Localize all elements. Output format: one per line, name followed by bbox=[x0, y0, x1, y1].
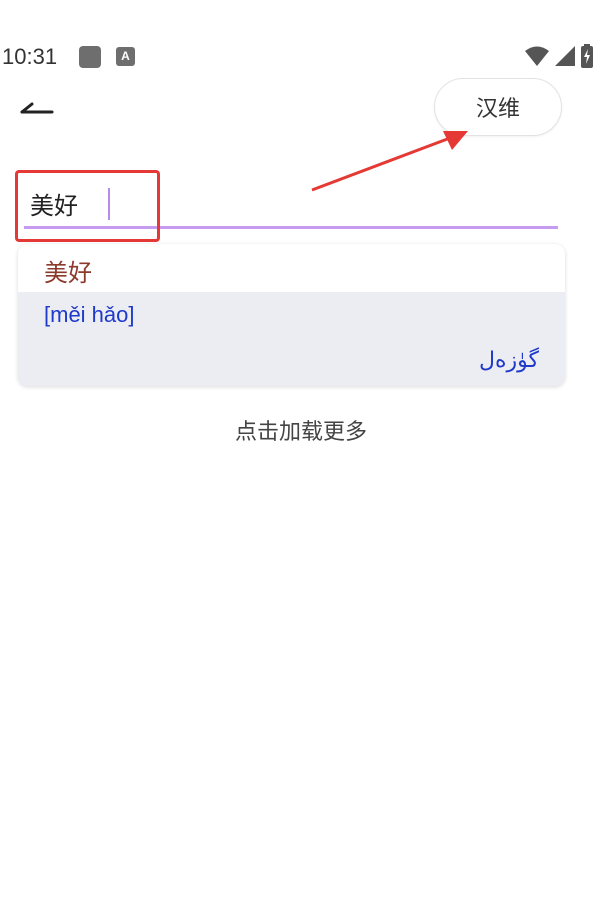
search-field[interactable] bbox=[24, 180, 558, 230]
back-arrow-icon bbox=[20, 102, 54, 114]
load-more-button[interactable]: 点击加载更多 bbox=[0, 414, 602, 446]
battery-charging-icon bbox=[581, 44, 593, 68]
language-toggle-button[interactable]: 汉维 bbox=[434, 78, 562, 136]
app-notification-icon bbox=[79, 46, 101, 68]
result-pinyin: [měi hǎo] bbox=[44, 302, 135, 327]
back-button[interactable] bbox=[18, 96, 58, 120]
status-time: 10:31 bbox=[2, 44, 58, 69]
status-icons bbox=[524, 44, 594, 68]
result-card[interactable]: 美好 [měi hǎo] گۈزەل bbox=[18, 244, 565, 386]
cellular-signal-icon bbox=[555, 46, 575, 66]
result-translation: گۈزەل bbox=[479, 348, 539, 373]
wifi-icon bbox=[525, 46, 549, 66]
search-input[interactable] bbox=[24, 180, 558, 226]
a-notification-icon: A bbox=[116, 47, 135, 66]
status-bar: 10:31 A bbox=[0, 38, 602, 78]
result-word-row: 美好 bbox=[18, 244, 565, 292]
text-cursor bbox=[108, 188, 110, 220]
result-word: 美好 bbox=[44, 259, 92, 287]
search-underline bbox=[24, 226, 558, 229]
